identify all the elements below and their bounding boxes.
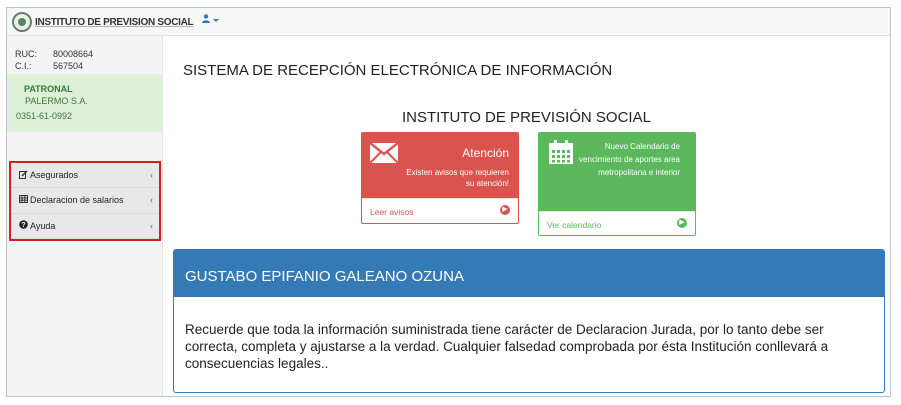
brand-text: INSTITUTO DE PREVISION SOCIAL [35,16,194,28]
caret-down-icon [212,19,219,22]
main-content: SISTEMA DE RECEPCIÓN ELECTRÓNICA DE INFO… [164,36,890,396]
ips-logo-icon [12,12,32,32]
top-navbar: INSTITUTO DE PREVISION SOCIAL [7,8,890,36]
envelope-icon [370,143,398,163]
patronal-name: PALERMO S.A. [25,96,88,106]
svg-text:?: ? [21,222,25,229]
arrow-circle-right-icon: ▶ [500,205,510,215]
sidebar-item-declaracion[interactable]: Declaracion de salarios ‹ [11,188,159,214]
calendar-card-header: Nuevo Calendario de vencimiento de aport… [539,133,695,211]
user-name-heading: GUSTABO EPIFANIO GALEANO OZUNA [174,250,884,297]
user-notice-panel: GUSTABO EPIFANIO GALEANO OZUNA Recuerde … [173,249,885,393]
edit-icon [19,170,30,181]
attention-title: Atención [462,146,509,160]
sidebar-item-ayuda[interactable]: ? Ayuda ‹ [11,213,159,239]
sidebar-item-label: Ayuda [30,220,56,231]
ruc-label: RUC: [15,49,37,59]
chevron-left-icon: ‹ [150,170,153,180]
chevron-left-icon: ‹ [150,195,153,206]
ruc-value: 80008664 [53,49,94,59]
user-icon [202,14,210,23]
arrow-circle-right-icon: ▶ [677,218,687,228]
identity-block: RUC: 80008664 C.I.: 567504 [7,36,162,72]
institute-title: INSTITUTO DE PREVISIÓN SOCIAL [402,109,651,126]
calendar-card: Nuevo Calendario de vencimiento de aport… [538,132,696,236]
ci-value: 567504 [53,61,84,71]
table-icon [19,195,30,205]
sidebar-item-label: Declaracion de salarios [30,195,124,206]
sidebar-item-asegurados[interactable]: Asegurados ‹ [11,163,159,189]
patronal-phone: 0351-61-0992 [16,111,73,121]
sidebar-menu: Asegurados ‹ Declaracion de salarios ‹ ?… [9,161,161,241]
legal-notice-text: Recuerde que toda la información suminis… [185,322,829,371]
sidebar-item-label: Asegurados [30,170,79,181]
sidebar: RUC: 80008664 C.I.: 567504 PATRONAL PALERM… [7,36,163,396]
view-calendar-label: Ver calendario [547,220,602,230]
chevron-left-icon: ‹ [150,220,153,231]
patronal-title: PATRONAL [24,84,73,94]
ci-label: C.I.: [15,61,32,71]
view-calendar-link[interactable]: Ver calendario ▶ [539,211,695,235]
attention-card-header: Atención Existen avisos que requieren su… [362,133,518,198]
page-title: SISTEMA DE RECEPCIÓN ELECTRÓNICA DE INFO… [183,62,613,79]
patronal-block: PATRONAL PALERMO S.A. 0351-61-0992 [7,74,163,132]
question-circle-icon: ? [19,220,30,231]
read-notices-label: Leer avisos [370,207,414,217]
app-window: INSTITUTO DE PREVISION SOCIAL RUC: 800086… [6,7,891,397]
attention-subtitle: Existen avisos que requieren su atención… [406,168,509,188]
read-notices-link[interactable]: Leer avisos ▶ [362,198,518,223]
user-menu-dropdown[interactable] [202,14,219,26]
calendar-subtitle: Nuevo Calendario de vencimiento de aport… [579,142,680,177]
attention-card: Atención Existen avisos que requieren su… [361,132,519,224]
brand-link[interactable]: INSTITUTO DE PREVISION SOCIAL [12,11,194,33]
